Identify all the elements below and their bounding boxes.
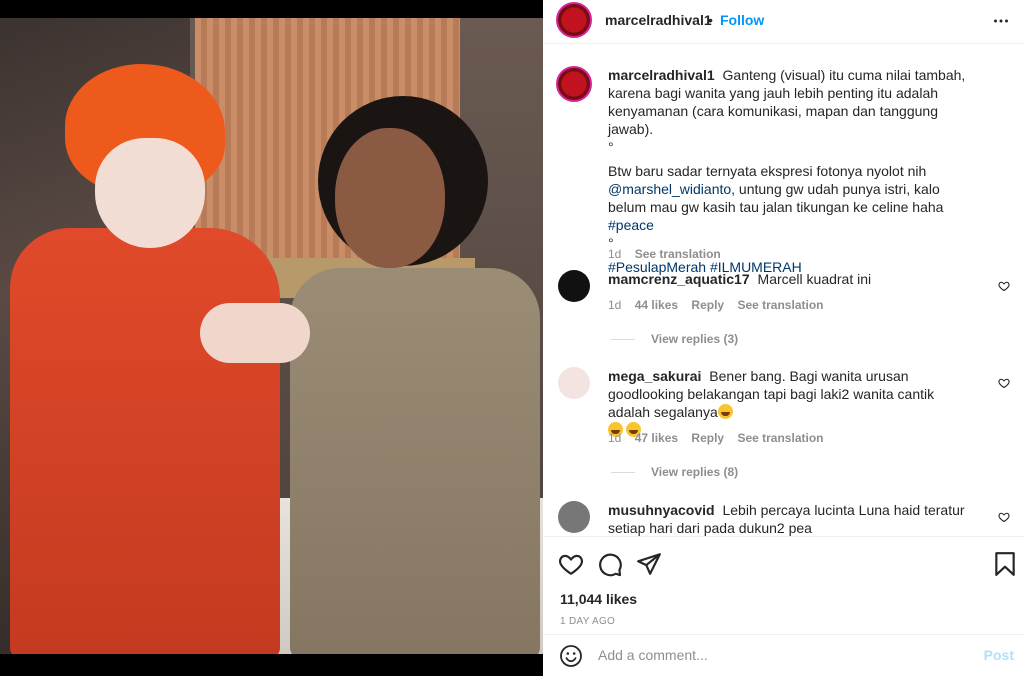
photo-person-left-face [95, 138, 205, 248]
comment-avatar[interactable] [558, 367, 590, 399]
caption-paragraph-2: Btw baru sadar ternyata ekspresi fotonya… [608, 162, 980, 234]
comment-text: mega_sakurai Bener bang. Bagi wanita uru… [608, 367, 980, 439]
post-time-ago: 1 DAY AGO [560, 616, 616, 627]
post-comment-button[interactable]: Post [984, 647, 1014, 663]
laughing-emoji-icon [717, 404, 733, 419]
view-replies-button[interactable]: View replies (8) [611, 465, 738, 479]
emoji-smiley-icon[interactable] [559, 644, 583, 668]
comment-avatar[interactable] [558, 501, 590, 533]
comment-username[interactable]: mega_sakurai [608, 368, 701, 384]
photo-person-left-body [10, 228, 280, 654]
header-separator: • [708, 12, 713, 28]
post-photo[interactable] [0, 0, 543, 676]
caption-time: 1d [608, 247, 622, 261]
view-replies-label: View replies (8) [651, 465, 739, 479]
view-replies-button[interactable]: View replies (3) [611, 332, 738, 346]
caption-avatar[interactable] [556, 66, 592, 102]
caption-text: marcelradhival1 Ganteng (visual) itu cum… [608, 66, 980, 276]
comment-like-heart-icon[interactable] [998, 511, 1010, 523]
comment-reply-button[interactable]: Reply [691, 431, 724, 445]
comment-meta: 1d 47 likes Reply See translation [608, 431, 833, 445]
photo-person-right-face [335, 128, 445, 268]
comment-text: musuhnyacovid Lebih percaya lucinta Luna… [608, 501, 980, 536]
author-avatar[interactable] [556, 2, 592, 38]
comment-see-translation[interactable]: See translation [737, 298, 823, 312]
comment-time: 1d [608, 431, 622, 445]
caption-meta: 1d See translation [608, 247, 731, 261]
comment-username[interactable]: mamcrenz_aquatic17 [608, 271, 750, 287]
comment-like-heart-icon[interactable] [998, 377, 1010, 389]
comment-bubble-icon[interactable] [597, 551, 623, 577]
comment-time: 1d [608, 298, 622, 312]
add-comment-input[interactable] [598, 643, 968, 667]
caption-separator-1: ° [608, 139, 614, 155]
comment-username[interactable]: musuhnyacovid [608, 502, 715, 518]
comment-likes[interactable]: 44 likes [635, 298, 678, 312]
photo-content [0, 18, 543, 654]
comment-like-heart-icon[interactable] [998, 280, 1010, 292]
save-bookmark-icon[interactable] [992, 551, 1018, 577]
comment-reply-button[interactable]: Reply [691, 298, 724, 312]
comments-area[interactable]: marcelradhival1 Ganteng (visual) itu cum… [543, 52, 1024, 536]
instagram-post-view: marcelradhival1 • Follow marcelradhival1… [0, 0, 1024, 676]
more-options-icon[interactable] [990, 10, 1012, 32]
add-comment-bar: Post [543, 634, 1024, 676]
caption-see-translation[interactable]: See translation [635, 247, 721, 261]
mention-link[interactable]: @marshel_widianto [608, 181, 731, 197]
hashtag-peace-link[interactable]: #peace [608, 217, 654, 233]
comment-meta: 1d 44 likes Reply See translation [608, 298, 833, 312]
comment-likes[interactable]: 47 likes [635, 431, 678, 445]
view-replies-line [611, 472, 635, 474]
view-replies-line [611, 339, 635, 341]
caption-line2-a: Btw baru sadar ternyata ekspresi fotonya… [608, 163, 927, 179]
view-replies-label: View replies (3) [651, 332, 739, 346]
comment-avatar[interactable] [558, 270, 590, 302]
caption-username[interactable]: marcelradhival1 [608, 67, 715, 83]
photo-fist-bump [200, 303, 310, 363]
share-send-icon[interactable] [636, 551, 662, 577]
like-heart-icon[interactable] [558, 551, 584, 577]
post-side-panel: marcelradhival1 • Follow marcelradhival1… [543, 0, 1024, 676]
post-header: marcelradhival1 • Follow [543, 0, 1024, 44]
post-action-bar: 11,044 likes 1 DAY AGO [543, 536, 1024, 636]
comment-see-translation[interactable]: See translation [737, 431, 823, 445]
likes-count[interactable]: 11,044 likes [560, 591, 637, 607]
comment-body: Marcell kuadrat ini [757, 271, 872, 287]
photo-person-right-body [290, 268, 540, 654]
author-username[interactable]: marcelradhival1 [605, 12, 712, 28]
follow-button[interactable]: Follow [720, 12, 764, 28]
comment-text: mamcrenz_aquatic17 Marcell kuadrat ini [608, 270, 980, 288]
